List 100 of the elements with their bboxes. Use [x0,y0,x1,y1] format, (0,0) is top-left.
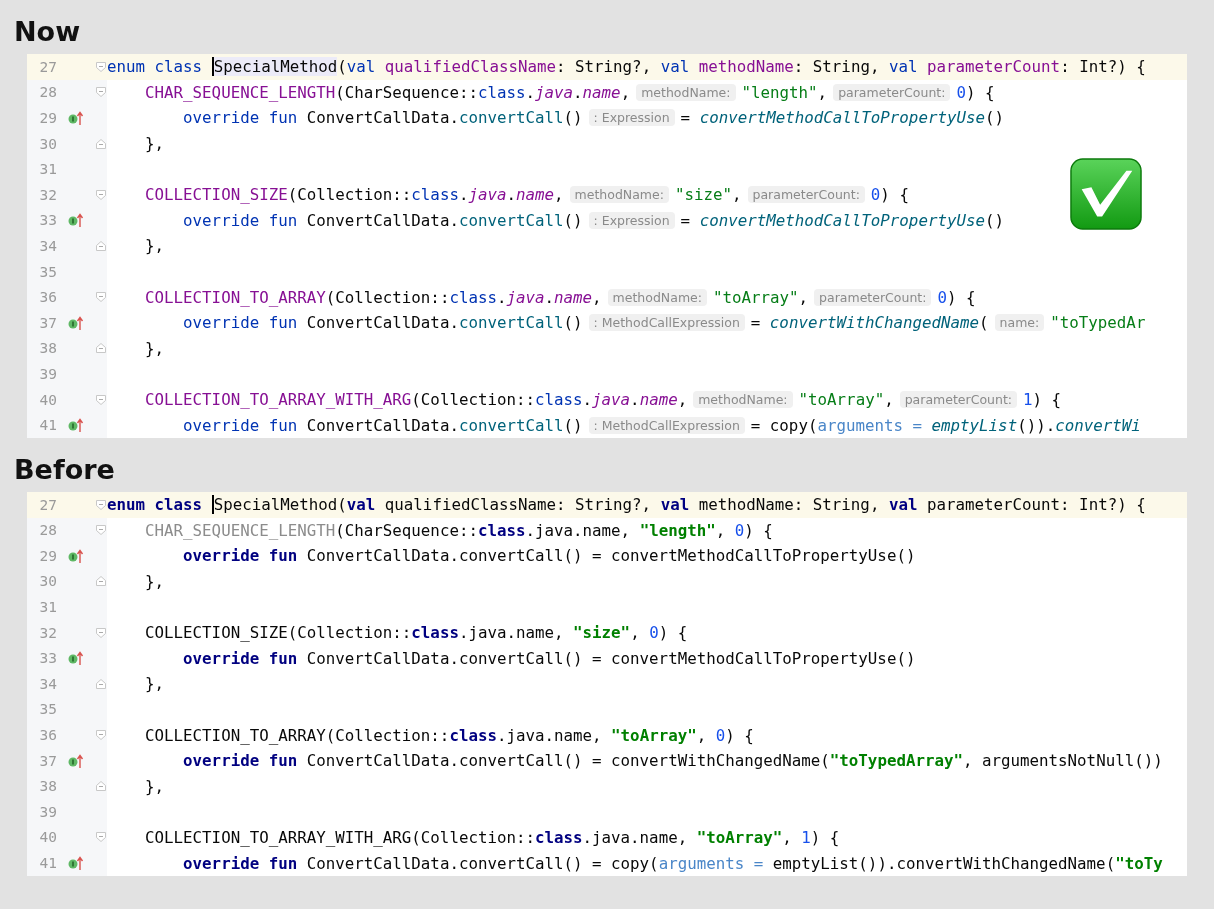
code-text: }, [144,572,165,591]
code-text: }, [144,776,165,796]
code-text: }, [144,236,165,256]
fold-start-icon[interactable] [95,498,107,511]
fold-start-icon[interactable] [95,831,107,844]
line-number: 29 [38,547,57,564]
code-text: COLLECTION_SIZE(Collection::class.java.name, "size", 0) { [144,623,688,643]
code-text: override fun ConvertCallData.convertCall() [182,313,583,333]
code-text: = convertWithChangedName( [750,313,989,333]
code-text: override fun ConvertCallData.convertCall() [182,210,583,230]
code-text: COLLECTION_TO_ARRAY(Collection::class.java.name, [144,287,602,307]
code-text: CHAR_SEQUENCE_LENGTH(CharSequence::class.java.name, "length", 0) { [144,520,773,540]
fold-end-icon[interactable] [95,575,107,588]
override-marker-icon[interactable] [68,650,84,667]
inlay-hint: methodName: [693,391,793,408]
line-number: 33 [38,212,57,229]
line-number: 37 [38,752,57,769]
override-marker-icon[interactable] [68,547,84,564]
line-number: 41 [38,417,57,434]
line-number: 40 [38,391,57,408]
code-text: enum class SpecialMethod(val qualifiedClassName: String?, val methodName: String, val parameterCount: Int?) { [107,495,1146,515]
inlay-hint: methodName: [607,288,707,306]
fold-start-icon[interactable] [95,86,107,99]
line-number: 31 [38,599,57,616]
line-number: 31 [38,161,57,178]
fold-start-icon[interactable] [95,60,107,73]
line-number: 28 [38,84,57,101]
line-number: 35 [38,701,57,718]
code-text: "size", [674,185,742,205]
code-text: COLLECTION_TO_ARRAY_WITH_ARG(Collection::class.java.name, [144,390,688,409]
code-text: = convertMethodCallToPropertyUse() [680,210,1004,230]
line-number: 36 [38,727,57,744]
code-text: "toArray", [798,390,894,409]
override-marker-icon[interactable] [68,417,84,434]
code-text: = copy(arguments = emptyList()).convertWi [750,415,1141,435]
code-text: override fun ConvertCallData.convertCall() = convertMethodCallToPropertyUse() [182,648,916,668]
fold-start-icon[interactable] [95,524,107,537]
line-number: 34 [38,675,57,692]
inlay-hint: : MethodCallExpression [588,416,745,434]
code-text: override fun ConvertCallData.convertCall() = convertWithChangedName("toTypedArray", argumentsNotNull()) [182,751,1163,771]
override-marker-icon[interactable] [68,110,84,126]
code-text: "toArray", [712,287,809,307]
code-text: = convertMethodCallToPropertyUse() [680,108,1004,128]
line-number: 41 [38,855,57,871]
override-marker-icon[interactable] [68,314,84,331]
fold-end-icon[interactable] [95,342,107,355]
fold-start-icon[interactable] [95,626,107,639]
override-marker-icon[interactable] [68,212,84,229]
override-marker-icon[interactable] [68,855,84,871]
panel-heading: Before [14,452,116,487]
code-text: 0) { [956,82,995,102]
line-number: 37 [38,314,57,331]
line-number: 27 [38,58,57,75]
line-number: 35 [38,263,57,280]
code-text: COLLECTION_TO_ARRAY_WITH_ARG(Collection::class.java.name, "toArray", 1) { [144,827,840,847]
inlay-hint: parameterCount: [814,288,932,306]
inlay-hint: : Expression [588,211,675,229]
inlay-hint: parameterCount: [899,391,1017,408]
code-text: COLLECTION_SIZE(Collection::class.java.name, [144,185,564,205]
fold-start-icon[interactable] [95,393,107,406]
code-text: COLLECTION_TO_ARRAY(Collection::class.java.name, "toArray", 0) { [144,725,754,745]
code-text: override fun ConvertCallData.convertCall() [182,108,583,128]
line-number: 30 [38,573,57,590]
inlay-hint: methodName: [569,186,669,204]
fold-end-icon[interactable] [95,239,107,252]
line-number: 30 [38,135,57,152]
fold-start-icon[interactable] [95,291,107,304]
fold-end-icon[interactable] [95,137,107,150]
override-marker-icon[interactable] [68,752,84,769]
code-text: }, [144,338,165,358]
line-number: 29 [38,110,57,126]
code-text: override fun ConvertCallData.convertCall() [182,415,583,435]
code-text: 0) { [870,185,909,205]
inlay-hint: : MethodCallExpression [588,314,745,332]
inlay-hint: parameterCount: [833,83,951,101]
line-number: 34 [38,237,57,254]
code-text: enum class SpecialMethod(val qualifiedClassName: String?, val methodName: String, val parameterCount: Int?) { [107,57,1146,77]
fold-end-icon[interactable] [95,780,107,793]
line-number: 36 [38,289,57,306]
fold-start-icon[interactable] [95,188,107,201]
fold-start-icon[interactable] [95,729,107,742]
line-number: 33 [38,650,57,667]
code-text: CHAR_SEQUENCE_LENGTH(CharSequence::class.java.name, [144,82,631,102]
code-text: }, [144,134,165,154]
code-text: override fun ConvertCallData.convertCall() = convertMethodCallToPropertyUse() [182,546,916,566]
line-number: 32 [38,624,57,641]
line-number: 28 [38,522,57,539]
line-number: 40 [38,829,57,846]
line-number: 27 [38,496,57,513]
code-text: }, [144,674,165,694]
code-text: 1) { [1023,390,1062,409]
inlay-hint: name: [994,314,1045,332]
line-number: 38 [38,778,57,795]
code-text: "toTypedAr [1050,313,1146,333]
line-number: 32 [38,186,57,203]
inlay-hint: : Expression [588,109,675,127]
code-text: override fun ConvertCallData.convertCall() = copy(arguments = emptyList()).convertWithChangedName("toTy [182,853,1163,873]
code-text: 0) { [937,287,976,307]
fold-end-icon[interactable] [95,677,107,690]
code-text: "length", [741,82,828,102]
